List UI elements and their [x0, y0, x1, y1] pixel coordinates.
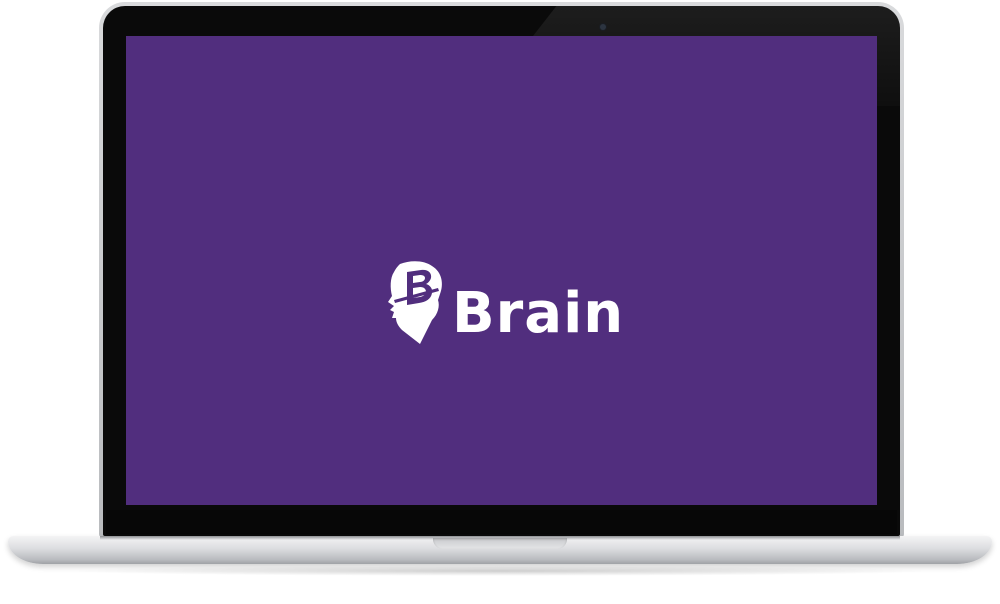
- brand-name: Brain: [452, 281, 625, 346]
- laptop-mockup: Brain: [0, 0, 1000, 604]
- bezel-chin: [106, 510, 897, 534]
- floor-shadow: [60, 566, 940, 576]
- opening-notch: [433, 538, 567, 549]
- laptop-screen: Brain: [126, 36, 877, 505]
- brain-head-icon: [388, 261, 442, 344]
- brain-logo: Brain: [380, 258, 624, 348]
- webcam-icon: [600, 24, 606, 30]
